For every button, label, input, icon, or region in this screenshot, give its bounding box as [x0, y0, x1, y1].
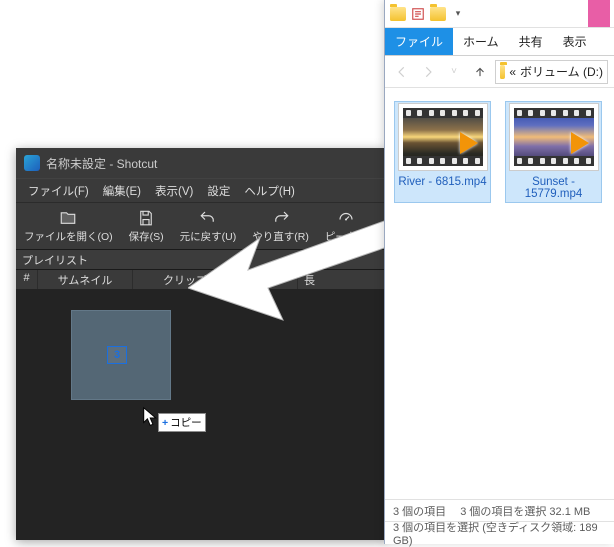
open-file-label: ファイルを開く(O): [24, 229, 113, 244]
shotcut-titlebar[interactable]: 名称未設定 - Shotcut: [16, 148, 386, 178]
peak-label: ピークメ: [325, 229, 367, 244]
menu-view[interactable]: 表示(V): [149, 180, 199, 202]
tab-share[interactable]: 共有: [509, 28, 553, 55]
nav-forward-button[interactable]: [417, 61, 439, 83]
address-bar[interactable]: « ボリューム (D:): [495, 60, 608, 84]
open-file-icon: [59, 209, 77, 227]
open-file-button[interactable]: ファイルを開く(O): [16, 205, 121, 248]
explorer-addressbar-row: ˅ « ボリューム (D:): [385, 56, 614, 88]
nav-back-button[interactable]: [391, 61, 413, 83]
status-item-count: 3 個の項目: [393, 503, 446, 519]
drag-item-count-badge: 3: [107, 346, 127, 364]
playlist-header-in[interactable]: イン: [238, 270, 298, 289]
shotcut-title: 名称未設定 - Shotcut: [46, 155, 157, 172]
status-disk-space: 3 個の項目を選択 (空きディスク領域: 189 GB): [393, 519, 606, 547]
shotcut-logo-icon: [24, 155, 40, 171]
file-name-label: Sunset - 15779.mp4: [508, 176, 599, 200]
save-icon: [137, 209, 155, 227]
explorer-ribbon-tabs: ファイル ホーム 共有 表示: [385, 28, 614, 56]
undo-icon: [199, 209, 217, 227]
menu-settings[interactable]: 設定: [201, 180, 236, 202]
file-item-river[interactable]: River - 6815.mp4: [395, 102, 490, 202]
save-label: 保存(S): [129, 229, 164, 244]
playlist-header-thumbnail[interactable]: サムネイル: [38, 270, 133, 289]
peak-meter-icon: [337, 209, 355, 227]
tab-view[interactable]: 表示: [553, 28, 597, 55]
tab-file[interactable]: ファイル: [385, 28, 453, 55]
plus-icon: +: [162, 417, 168, 429]
explorer-file-pane[interactable]: River - 6815.mp4 Sunset - 15779.mp4: [385, 88, 614, 216]
menu-edit[interactable]: 編集(E): [97, 180, 147, 202]
playlist-body[interactable]: 3 + コピー: [16, 290, 386, 540]
playlist-header-length[interactable]: 長: [298, 270, 386, 289]
partial-right-edge: [588, 0, 610, 27]
tab-home[interactable]: ホーム: [453, 28, 509, 55]
save-button[interactable]: 保存(S): [121, 205, 172, 248]
app-folder-icon[interactable]: [389, 5, 407, 23]
qat-properties-icon[interactable]: [409, 5, 427, 23]
status-selection-info: 3 個の項目を選択 32.1 MB: [460, 503, 590, 519]
nav-up-button[interactable]: [469, 61, 491, 83]
redo-icon: [272, 209, 290, 227]
qat-new-folder-icon[interactable]: [429, 5, 447, 23]
undo-label: 元に戻す(U): [180, 229, 237, 244]
playlist-header-row: # サムネイル クリップ イン 長: [16, 270, 386, 290]
nav-history-dropdown[interactable]: ˅: [443, 61, 465, 83]
shotcut-toolbar: ファイルを開く(O) 保存(S) 元に戻す(U) やり直す(R) ピークメ: [16, 202, 386, 250]
drop-copy-label: コピー: [170, 415, 202, 430]
file-item-sunset[interactable]: Sunset - 15779.mp4: [506, 102, 601, 202]
playlist-header-clip[interactable]: クリップ: [133, 270, 238, 289]
explorer-window: ▾ ファイル ホーム 共有 表示 ˅ « ボリューム (D:): [384, 0, 614, 544]
explorer-statusbar-lower: 3 個の項目を選択 (空きディスク領域: 189 GB): [385, 521, 614, 544]
peak-meter-button[interactable]: ピークメ: [317, 205, 375, 248]
vlc-play-overlay-icon: [460, 132, 478, 154]
file-thumbnail: [399, 104, 487, 170]
vlc-play-overlay-icon: [571, 132, 589, 154]
file-name-label: River - 6815.mp4: [398, 176, 486, 188]
drop-copy-tooltip: + コピー: [158, 413, 206, 432]
menu-file[interactable]: ファイル(F): [22, 180, 95, 202]
address-prefix: «: [509, 65, 516, 79]
explorer-statusbar-upper: 3 個の項目 3 個の項目を選択 32.1 MB: [385, 499, 614, 521]
playlist-header-index[interactable]: #: [16, 270, 38, 289]
shotcut-menubar: ファイル(F) 編集(E) 表示(V) 設定 ヘルプ(H): [16, 178, 386, 202]
undo-button[interactable]: 元に戻す(U): [172, 205, 245, 248]
address-folder-icon: [500, 65, 505, 79]
shotcut-window: 名称未設定 - Shotcut ファイル(F) 編集(E) 表示(V) 設定 ヘ…: [16, 148, 386, 540]
redo-label: やり直す(R): [252, 229, 309, 244]
explorer-quick-access-toolbar: ▾: [385, 0, 614, 28]
file-thumbnail: [510, 104, 598, 170]
redo-button[interactable]: やり直す(R): [244, 205, 317, 248]
address-path: ボリューム (D:): [520, 63, 603, 80]
playlist-panel-title: プレイリスト: [16, 250, 386, 270]
qat-dropdown-icon[interactable]: ▾: [449, 5, 467, 23]
menu-help[interactable]: ヘルプ(H): [238, 180, 300, 202]
